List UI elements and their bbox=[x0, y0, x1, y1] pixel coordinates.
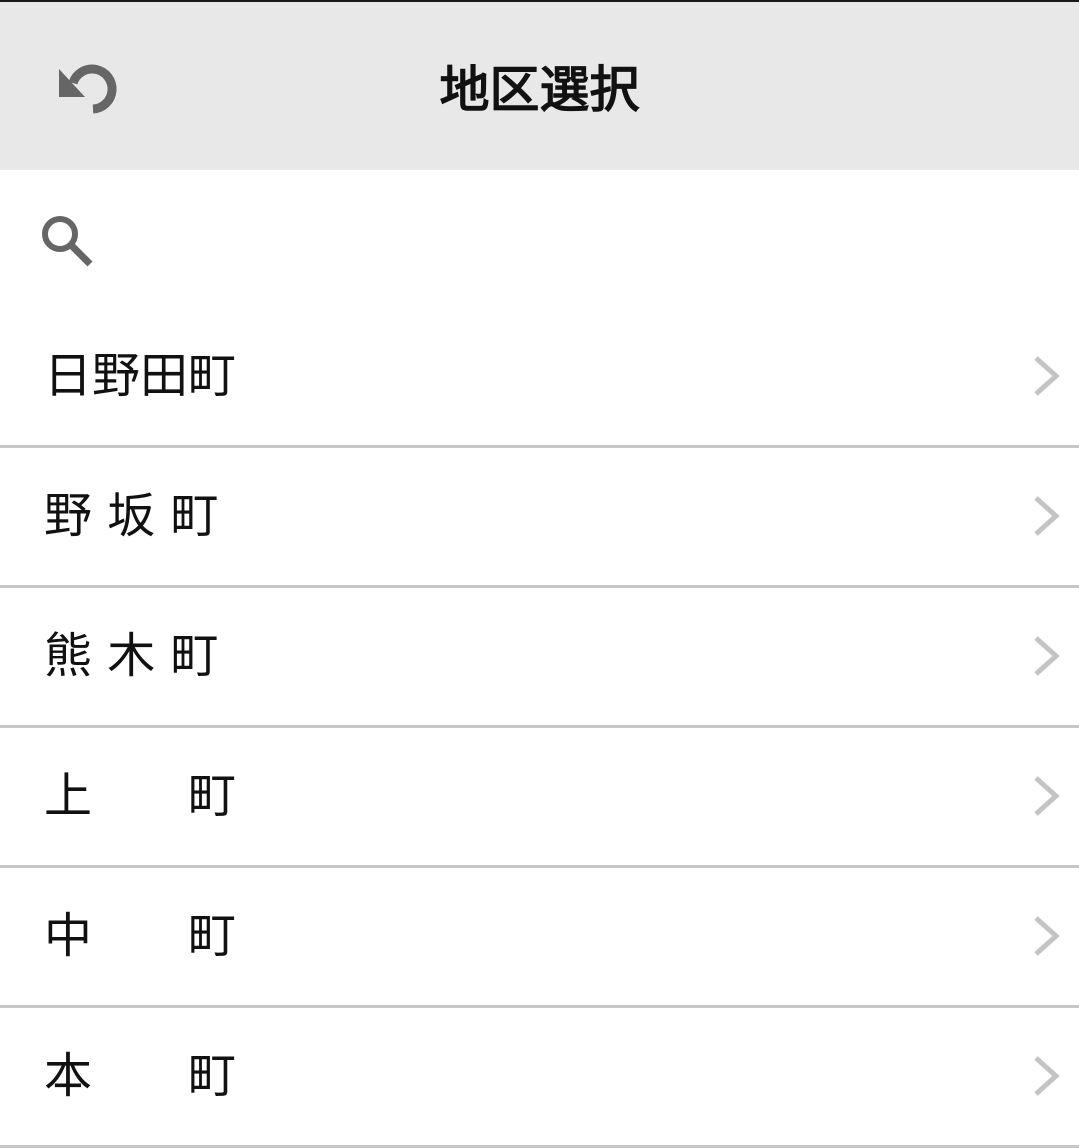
chevron-right-icon bbox=[1034, 776, 1060, 816]
district-label: 日野田町 bbox=[44, 348, 237, 404]
list-item[interactable]: 中 町 bbox=[0, 868, 1079, 1008]
list-item[interactable]: 熊 木 町 bbox=[0, 588, 1079, 728]
district-label: 本 町 bbox=[44, 1048, 237, 1104]
chevron-right-icon bbox=[1034, 356, 1060, 396]
district-label: 野 坂 町 bbox=[44, 488, 219, 544]
district-label: 上 町 bbox=[44, 768, 237, 824]
undo-icon bbox=[59, 64, 117, 114]
search-icon bbox=[42, 216, 93, 267]
district-label: 中 町 bbox=[44, 908, 237, 964]
chevron-right-icon bbox=[1034, 1056, 1060, 1096]
list-item[interactable]: 日野田町 bbox=[0, 308, 1079, 448]
search-input[interactable] bbox=[110, 200, 1054, 282]
search-bar[interactable] bbox=[0, 170, 1079, 308]
district-list: 日野田町 野 坂 町 熊 木 町 上 町 中 町 本 町 bbox=[0, 308, 1079, 1148]
list-item[interactable]: 本 町 bbox=[0, 1008, 1079, 1148]
chevron-right-icon bbox=[1034, 636, 1060, 676]
chevron-right-icon bbox=[1034, 496, 1060, 536]
page-title: 地区選択 bbox=[439, 61, 640, 119]
district-label: 熊 木 町 bbox=[44, 628, 219, 684]
list-item[interactable]: 野 坂 町 bbox=[0, 448, 1079, 588]
chevron-right-icon bbox=[1034, 916, 1060, 956]
back-button[interactable] bbox=[50, 54, 126, 120]
app-header: 地区選択 bbox=[0, 2, 1079, 170]
list-item[interactable]: 上 町 bbox=[0, 728, 1079, 868]
